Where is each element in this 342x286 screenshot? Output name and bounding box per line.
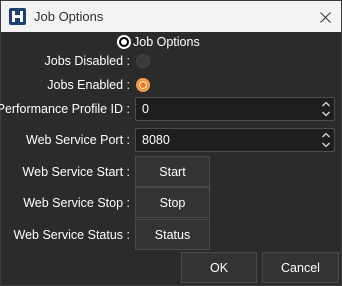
web-service-stop-label: Web Service Stop : bbox=[23, 196, 130, 210]
performance-profile-id-label: Performance Profile ID : bbox=[0, 102, 130, 116]
jobs-enabled-label: Jobs Enabled : bbox=[47, 78, 130, 92]
spin-arrows-icon[interactable] bbox=[321, 100, 331, 118]
group-header: Job Options bbox=[117, 33, 200, 50]
web-service-start-label: Web Service Start : bbox=[22, 165, 130, 179]
ok-button[interactable]: OK bbox=[181, 252, 257, 283]
web-service-port-value: 8080 bbox=[142, 133, 170, 147]
start-button[interactable]: Start bbox=[135, 156, 210, 187]
jobs-disabled-label: Jobs Disabled : bbox=[44, 54, 130, 68]
performance-profile-id-value: 0 bbox=[142, 102, 149, 116]
web-service-port-label: Web Service Port : bbox=[26, 133, 130, 147]
stop-button[interactable]: Stop bbox=[135, 187, 210, 218]
app-logo-icon bbox=[9, 8, 26, 25]
web-service-port-spinbox[interactable]: 8080 bbox=[135, 128, 335, 152]
title-bar[interactable]: Job Options bbox=[1, 1, 341, 32]
spin-arrows-icon[interactable] bbox=[321, 131, 331, 149]
web-service-status-label: Web Service Status : bbox=[13, 228, 131, 242]
group-title: Job Options bbox=[133, 34, 200, 49]
cancel-button[interactable]: Cancel bbox=[262, 252, 339, 283]
group-radio-icon bbox=[117, 34, 131, 49]
close-button[interactable] bbox=[313, 5, 337, 29]
jobs-enabled-radio[interactable] bbox=[136, 78, 150, 92]
job-options-dialog: Job Options Job Options Jobs Disabled : … bbox=[0, 0, 342, 286]
status-button[interactable]: Status bbox=[135, 219, 210, 250]
jobs-disabled-radio[interactable] bbox=[136, 54, 150, 68]
performance-profile-id-spinbox[interactable]: 0 bbox=[135, 97, 335, 121]
close-icon bbox=[319, 11, 331, 23]
window-title: Job Options bbox=[34, 9, 104, 24]
